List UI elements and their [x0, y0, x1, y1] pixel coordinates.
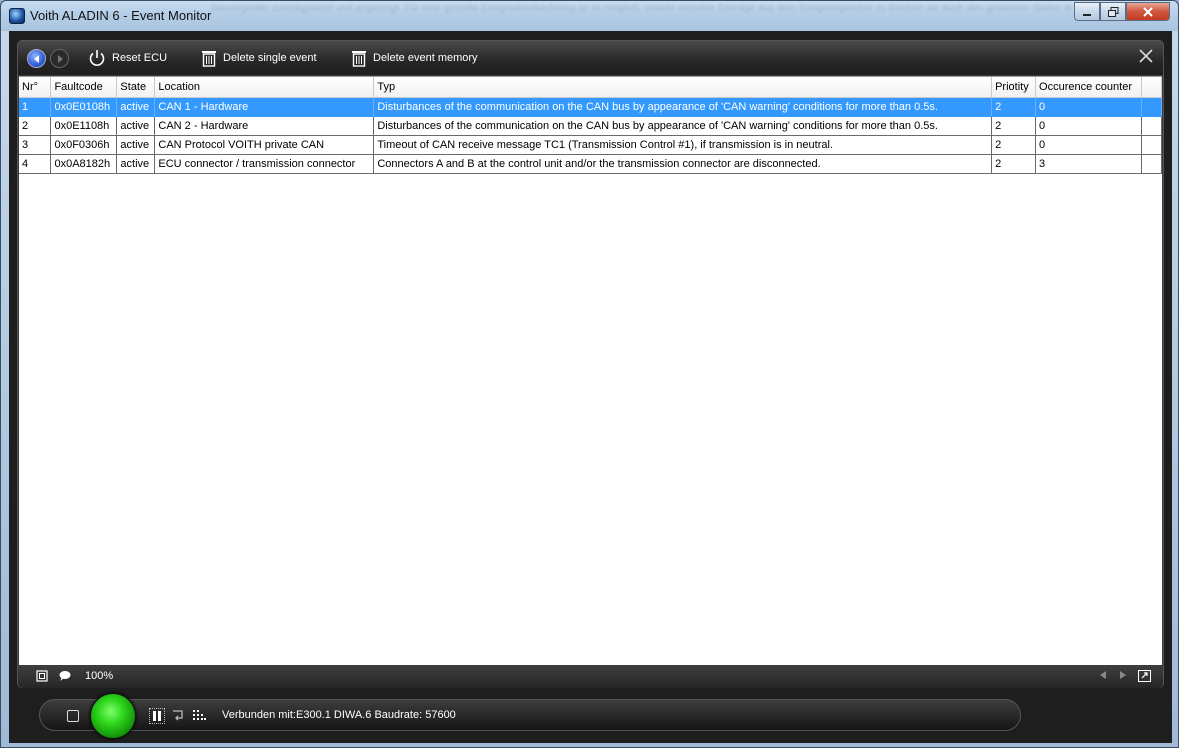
maximize-button[interactable] [1100, 2, 1126, 21]
event-table-container: Nr° Faultcode State Location Typ Priotit… [19, 76, 1162, 665]
cell-state: active [116, 135, 156, 155]
table-row[interactable]: 4 0x0A8182h active ECU connector / trans… [19, 154, 1162, 174]
background-text: Steuergeräte zurückgesetzt und angezeigt… [211, 3, 1071, 14]
column-header-filler [1141, 77, 1162, 98]
event-monitor-panel: Reset ECU Delete single event Delete eve… [17, 40, 1164, 688]
column-header-state[interactable]: State [116, 77, 156, 98]
reset-ecu-button[interactable]: Reset ECU [88, 48, 167, 68]
triangle-right-icon [1120, 671, 1126, 679]
page-prev-button[interactable] [1099, 670, 1107, 683]
popout-icon[interactable] [1138, 670, 1151, 682]
pause-button[interactable] [149, 708, 165, 724]
cell-typ: Timeout of CAN receive message TC1 (Tran… [373, 135, 993, 155]
zoom-level: 100% [85, 670, 114, 682]
arrow-left-icon [33, 54, 39, 63]
column-header-priority[interactable]: Priotity [991, 77, 1037, 98]
trash-icon [352, 51, 366, 67]
cell-typ: Disturbances of the communication on the… [373, 116, 993, 136]
minimize-icon [1083, 13, 1091, 16]
column-header-occurrence-counter[interactable]: Occurence counter [1035, 77, 1143, 98]
cell-faultcode: 0x0E0108h [50, 97, 118, 117]
toolbar: Reset ECU Delete single event Delete eve… [18, 41, 1163, 75]
delete-single-event-label: Delete single event [223, 52, 317, 64]
power-icon [89, 50, 105, 66]
page-next-button[interactable] [1119, 670, 1127, 683]
cell-priority: 2 [991, 97, 1037, 117]
cell-filler [1141, 135, 1162, 155]
back-button[interactable] [27, 49, 46, 68]
cell-priority: 2 [991, 154, 1037, 174]
cell-priority: 2 [991, 116, 1037, 136]
cell-occurrence-counter: 0 [1035, 135, 1143, 155]
title-bar[interactable]: Steuergeräte zurückgesetzt und angezeigt… [1, 1, 1178, 31]
connection-status-text: Verbunden mit:E300.1 DIWA.6 Baudrate: 57… [222, 709, 456, 721]
window-controls [1074, 2, 1170, 22]
cell-state: active [116, 116, 156, 136]
delete-event-memory-button[interactable]: Delete event memory [351, 48, 478, 68]
cell-faultcode: 0x0F0306h [50, 135, 118, 155]
cell-nr: 1 [19, 97, 52, 117]
close-icon [1143, 6, 1153, 17]
fit-to-window-icon[interactable] [36, 670, 48, 682]
pause-icon [153, 711, 161, 721]
close-panel-button[interactable] [1139, 48, 1153, 66]
cell-occurrence-counter: 0 [1035, 97, 1143, 117]
cell-occurrence-counter: 0 [1035, 116, 1143, 136]
trash-icon [202, 51, 216, 67]
table-row[interactable]: 2 0x0E1108h active CAN 2 - Hardware Dist… [19, 116, 1162, 136]
app-area: Reset ECU Delete single event Delete eve… [9, 31, 1172, 743]
triangle-left-icon [1100, 671, 1106, 679]
restore-icon [1107, 6, 1118, 17]
status-strip: 100% [18, 666, 1163, 688]
delete-event-memory-label: Delete event memory [373, 52, 478, 64]
forward-button[interactable] [50, 49, 69, 68]
comment-icon[interactable] [58, 670, 71, 682]
column-header-faultcode[interactable]: Faultcode [50, 77, 118, 98]
reset-ecu-label: Reset ECU [112, 52, 168, 64]
cell-location: CAN Protocol VOITH private CAN [154, 135, 375, 155]
stop-button[interactable] [67, 710, 79, 722]
connection-bar: Verbunden mit:E300.1 DIWA.6 Baudrate: 57… [39, 693, 1021, 739]
column-header-nr[interactable]: Nr° [19, 77, 52, 98]
cell-state: active [116, 154, 156, 174]
close-window-button[interactable] [1126, 2, 1170, 21]
table-row[interactable]: 3 0x0F0306h active CAN Protocol VOITH pr… [19, 135, 1162, 155]
window-frame: Steuergeräte zurückgesetzt und angezeigt… [0, 0, 1179, 748]
table-row[interactable]: 1 0x0E0108h active CAN 1 - Hardware Dist… [19, 97, 1162, 117]
grid-icon[interactable] [192, 709, 206, 721]
cell-nr: 3 [19, 135, 52, 155]
close-icon [1139, 49, 1153, 63]
cell-location: ECU connector / transmission connector [154, 154, 375, 174]
cell-location: CAN 2 - Hardware [154, 116, 375, 136]
window-title: Voith ALADIN 6 - Event Monitor [30, 8, 212, 23]
minimize-button[interactable] [1074, 2, 1100, 21]
connection-status-led [90, 693, 136, 739]
cell-typ: Connectors A and B at the control unit a… [373, 154, 993, 174]
cell-occurrence-counter: 3 [1035, 154, 1143, 174]
cell-filler [1141, 154, 1162, 174]
column-header-location[interactable]: Location [154, 77, 375, 98]
loop-icon[interactable] [171, 708, 185, 722]
cell-priority: 2 [991, 135, 1037, 155]
cell-filler [1141, 97, 1162, 117]
delete-single-event-button[interactable]: Delete single event [201, 48, 317, 68]
arrow-right-icon [57, 54, 63, 63]
cell-nr: 2 [19, 116, 52, 136]
cell-filler [1141, 116, 1162, 136]
cell-state: active [116, 97, 156, 117]
cell-location: CAN 1 - Hardware [154, 97, 375, 117]
cell-faultcode: 0x0A8182h [50, 154, 118, 174]
app-icon [9, 8, 25, 24]
column-header-typ[interactable]: Typ [373, 77, 993, 98]
cell-faultcode: 0x0E1108h [50, 116, 118, 136]
event-table: Nr° Faultcode State Location Typ Priotit… [19, 77, 1162, 174]
cell-typ: Disturbances of the communication on the… [373, 97, 993, 117]
table-header-row: Nr° Faultcode State Location Typ Priotit… [19, 77, 1162, 98]
cell-nr: 4 [19, 154, 52, 174]
